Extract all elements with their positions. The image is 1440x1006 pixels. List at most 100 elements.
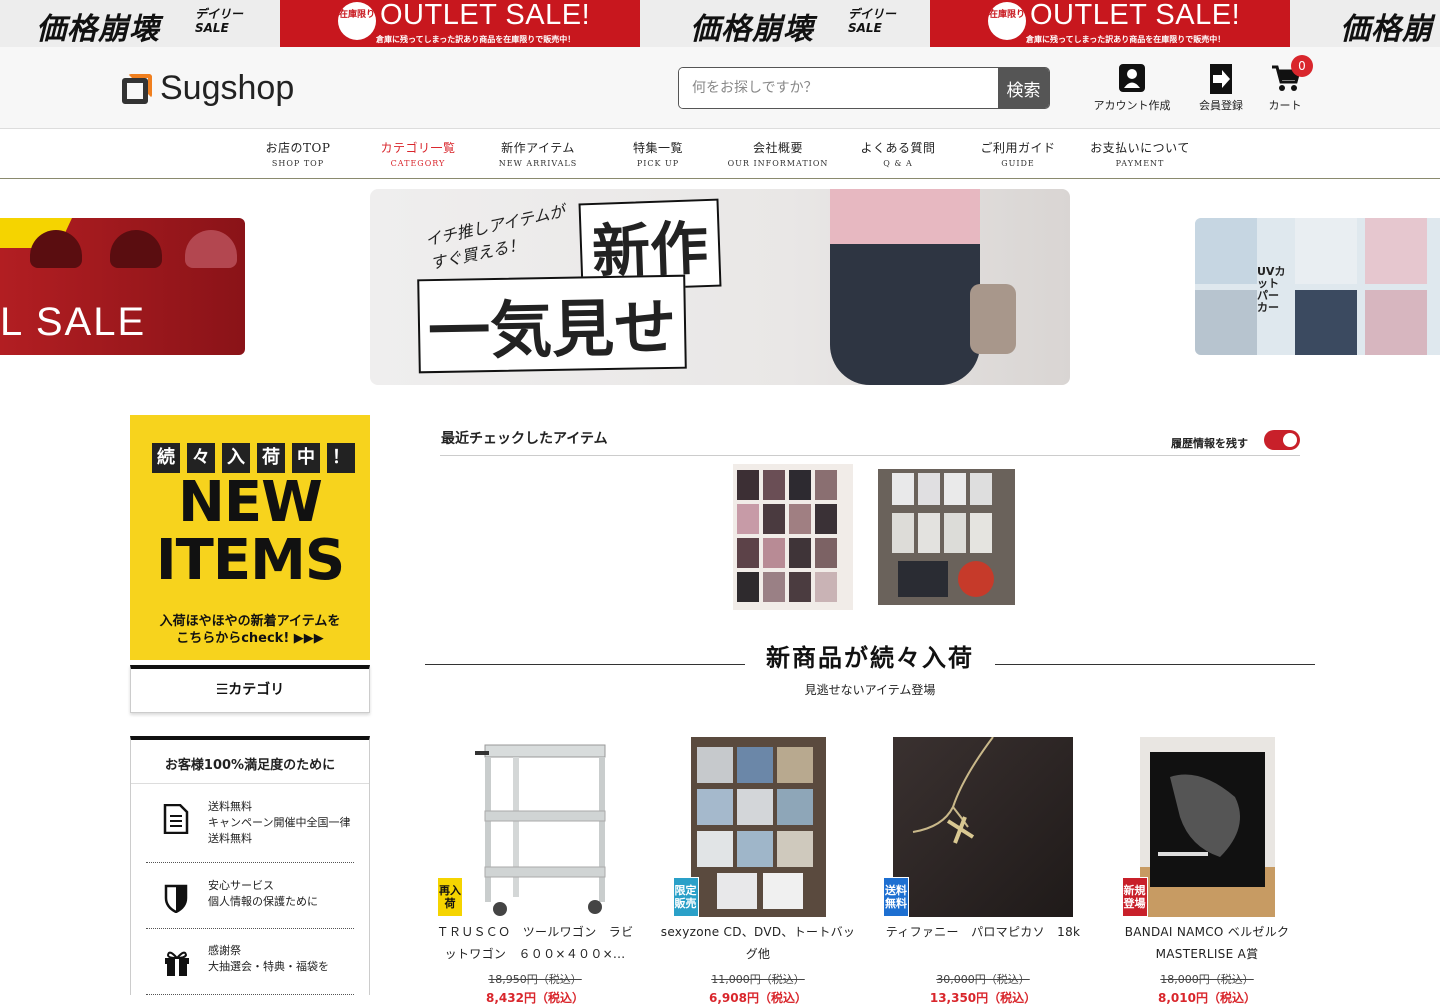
nav-label-ja: お支払いについて — [1090, 141, 1190, 155]
new-items-banner[interactable]: 続 々 入 荷 中 ！ NEW ITEMS 入荷ほやほやの新着アイテムを こちら… — [130, 415, 370, 660]
product-name: sexyzone CD、DVD、トートバッグ他 — [660, 925, 856, 961]
figure-box-image — [1139, 752, 1275, 917]
cart-icon: 0 — [1271, 55, 1313, 95]
product-card[interactable]: 送料無料 ティファニー パロマピカソ 18k 30,000円（税込） 13,35… — [883, 736, 1083, 1006]
product-name: ＴＲＵＳＣＯ ツールワゴン ラビットワゴン ６００×４００×... — [436, 925, 634, 961]
nav-label-en: OUR INFORMATION — [727, 159, 829, 168]
feature-item[interactable]: 安心サービス 個人情報の保護ために — [146, 863, 354, 929]
cart-link[interactable]: 0 カート — [1266, 55, 1313, 113]
nav-label-ja: お店のTOP — [265, 141, 331, 155]
product-photo — [1295, 290, 1357, 355]
nav-item-category[interactable]: カテゴリ一覧 CATEGORY — [358, 139, 478, 168]
feature-text: 個人情報の保護ために — [208, 895, 318, 908]
nav-label-ja: 新作アイテム — [501, 141, 575, 155]
document-icon — [163, 803, 189, 835]
gift-icon — [163, 949, 189, 979]
product-card[interactable]: 限定販売 sexyzone CD、DVD、トートバッグ他 11,000円（税込）… — [658, 737, 858, 1006]
new-arrivals-title: 新商品が続々入荷 — [756, 638, 984, 673]
account-create-link[interactable]: アカウント作成 — [1090, 63, 1174, 113]
outlet-sale-banner[interactable]: 在庫限り OUTLET SALE! 倉庫に残ってしまった訳あり商品を在庫限りで販… — [280, 0, 640, 47]
daily-sale-text: 価格崩壊 — [1340, 12, 1433, 47]
feature-title: 安心サービス — [208, 879, 274, 892]
carousel-slide-prev[interactable]: L SALE — [0, 218, 245, 355]
carousel-slide-active[interactable]: イチ推しアイテムがすぐ買える！ 新作 一気見せ — [370, 189, 1070, 385]
necklace-image — [912, 736, 994, 844]
feature-title: 感謝祭 — [208, 944, 241, 957]
outlet-badge: 在庫限り — [988, 2, 1026, 40]
nav-item-pick-up[interactable]: 特集一覧 PICK UP — [598, 139, 718, 168]
product-photo — [1365, 290, 1427, 355]
global-nav: お店のTOP SHOP TOP カテゴリ一覧 CATEGORY 新作アイテム NEW … — [0, 129, 1440, 179]
feature-text: 大抽選会・特典・福袋を — [208, 960, 329, 973]
nav-item-shop-top[interactable]: お店のTOP SHOP TOP — [238, 139, 358, 168]
model-image — [830, 189, 980, 385]
product-image[interactable]: 送料無料 — [883, 736, 1073, 917]
member-register-link[interactable]: 会員登録 — [1192, 63, 1250, 113]
category-button[interactable]: ☰カテゴリ — [130, 665, 370, 713]
product-price: 13,350円（税込） — [929, 991, 1037, 1005]
nav-item-information[interactable]: 会社概要 OUR INFORMATION — [718, 139, 838, 168]
top-sale-banner[interactable]: 価格崩壊 デイリーSALE 在庫限り OUTLET SALE! 倉庫に残ってしま… — [0, 0, 1440, 47]
nav-label-en: Q & A — [883, 159, 913, 168]
product-tag: 新規登場 — [1121, 877, 1148, 917]
feature-text: キャンペーン開催中全国一律送料無料 — [208, 816, 351, 845]
logo-text: Sugshop — [160, 69, 295, 107]
product-tag: 再入荷 — [437, 877, 463, 917]
nav-item-new-arrivals[interactable]: 新作アイテム NEW ARRIVALS — [478, 139, 598, 168]
nav-label-en: NEW ARRIVALS — [498, 159, 578, 168]
history-toggle[interactable] — [1264, 430, 1300, 450]
product-image[interactable]: 限定販売 — [672, 737, 826, 917]
nav-item-payment[interactable]: お支払いについて PAYMENT — [1080, 139, 1200, 168]
nav-label-en: GUIDE — [1001, 159, 1035, 168]
char-box: ！ — [327, 443, 355, 473]
shield-icon — [163, 883, 189, 914]
member-label: 会員登録 — [1199, 99, 1243, 112]
product-name: BANDAI NAMCO ベルゼルク MASTERLISE A賞 — [1124, 925, 1290, 961]
nav-label-ja: 会社概要 — [752, 141, 803, 155]
nav-label-ja: ご利用ガイド — [980, 141, 1056, 155]
recent-items-header: 最近チェックしたアイテム 履歴情報を残す — [440, 415, 1300, 456]
nav-label-ja: カテゴリ一覧 — [380, 141, 456, 155]
main-content: 最近チェックしたアイテム 履歴情報を残す 新商品が続々入荷 見逃せないアイテム登… — [425, 415, 1315, 1005]
daily-sale-banner[interactable]: 価格崩壊 デイリーSALE — [0, 0, 280, 47]
recent-items-title: 最近チェックしたアイテム — [441, 431, 608, 447]
product-price: 8,432円（税込） — [486, 991, 584, 1005]
search-bar: 検索 — [678, 67, 1050, 109]
new-items-sub-2: こちらからcheck! ▶▶▶ — [176, 631, 324, 646]
outlet-sub: 倉庫に残ってしまった訳あり商品を在庫限りで販売中！ — [376, 35, 576, 44]
feature-title: 送料無料 — [208, 800, 252, 813]
recent-item-image[interactable] — [878, 469, 1015, 605]
cap-image — [185, 230, 237, 268]
product-old-price: 30,000円（税込） — [936, 973, 1030, 986]
slide-sale-text: L SALE — [0, 300, 147, 344]
divider — [995, 664, 1315, 665]
nav-label-en: PICK UP — [636, 159, 680, 168]
outlet-badge: 在庫限り — [338, 2, 376, 40]
carousel-slide-next[interactable]: UVカットパーカー — [1195, 218, 1440, 355]
slide-heading-2: 一気見せ — [417, 274, 687, 374]
daily-sale-banner[interactable]: 価格崩壊 — [1290, 0, 1440, 47]
logo-icon — [122, 73, 152, 104]
product-card[interactable]: 新規登場 BANDAI NAMCO ベルゼルク MASTERLISE A賞 18… — [1107, 737, 1307, 1006]
search-input[interactable] — [679, 68, 998, 108]
product-photo — [1295, 218, 1357, 284]
outlet-sub: 倉庫に残ってしまった訳あり商品を在庫限りで販売中！ — [1026, 35, 1226, 44]
product-image[interactable]: 新規登場 — [1121, 737, 1275, 917]
bag-image — [970, 284, 1016, 354]
photocards-image — [737, 470, 837, 602]
search-button[interactable]: 検索 — [998, 68, 1049, 108]
new-items-sub: 入荷ほやほやの新着アイテムを こちらからcheck! ▶▶▶ — [130, 613, 370, 647]
product-image[interactable]: 再入荷 — [437, 737, 615, 917]
outlet-sale-banner[interactable]: 在庫限り OUTLET SALE! 倉庫に残ってしまった訳あり商品を在庫限りで販… — [930, 0, 1290, 47]
feature-item[interactable]: 感謝祭 大抽選会・特典・福袋を — [146, 929, 354, 995]
recent-item-image[interactable] — [733, 464, 853, 610]
nav-item-guide[interactable]: ご利用ガイド GUIDE — [958, 139, 1078, 168]
daily-sale-sub: デイリーSALE — [848, 7, 897, 35]
nav-label-en: PAYMENT — [1115, 159, 1165, 168]
site-logo[interactable]: Sugshop — [122, 69, 294, 108]
daily-sale-banner[interactable]: 価格崩壊 デイリーSALE — [640, 0, 930, 47]
satisfaction-box: お客様100%満足度のために 送料無料 キャンペーン開催中全国一律送料無料 安心… — [130, 736, 370, 995]
feature-item[interactable]: 送料無料 キャンペーン開催中全国一律送料無料 — [146, 784, 354, 863]
product-card[interactable]: 再入荷 ＴＲＵＳＣＯ ツールワゴン ラビットワゴン ６００×４００×... 18… — [435, 737, 635, 1006]
nav-item-qa[interactable]: よくある質問 Q & A — [838, 139, 958, 168]
